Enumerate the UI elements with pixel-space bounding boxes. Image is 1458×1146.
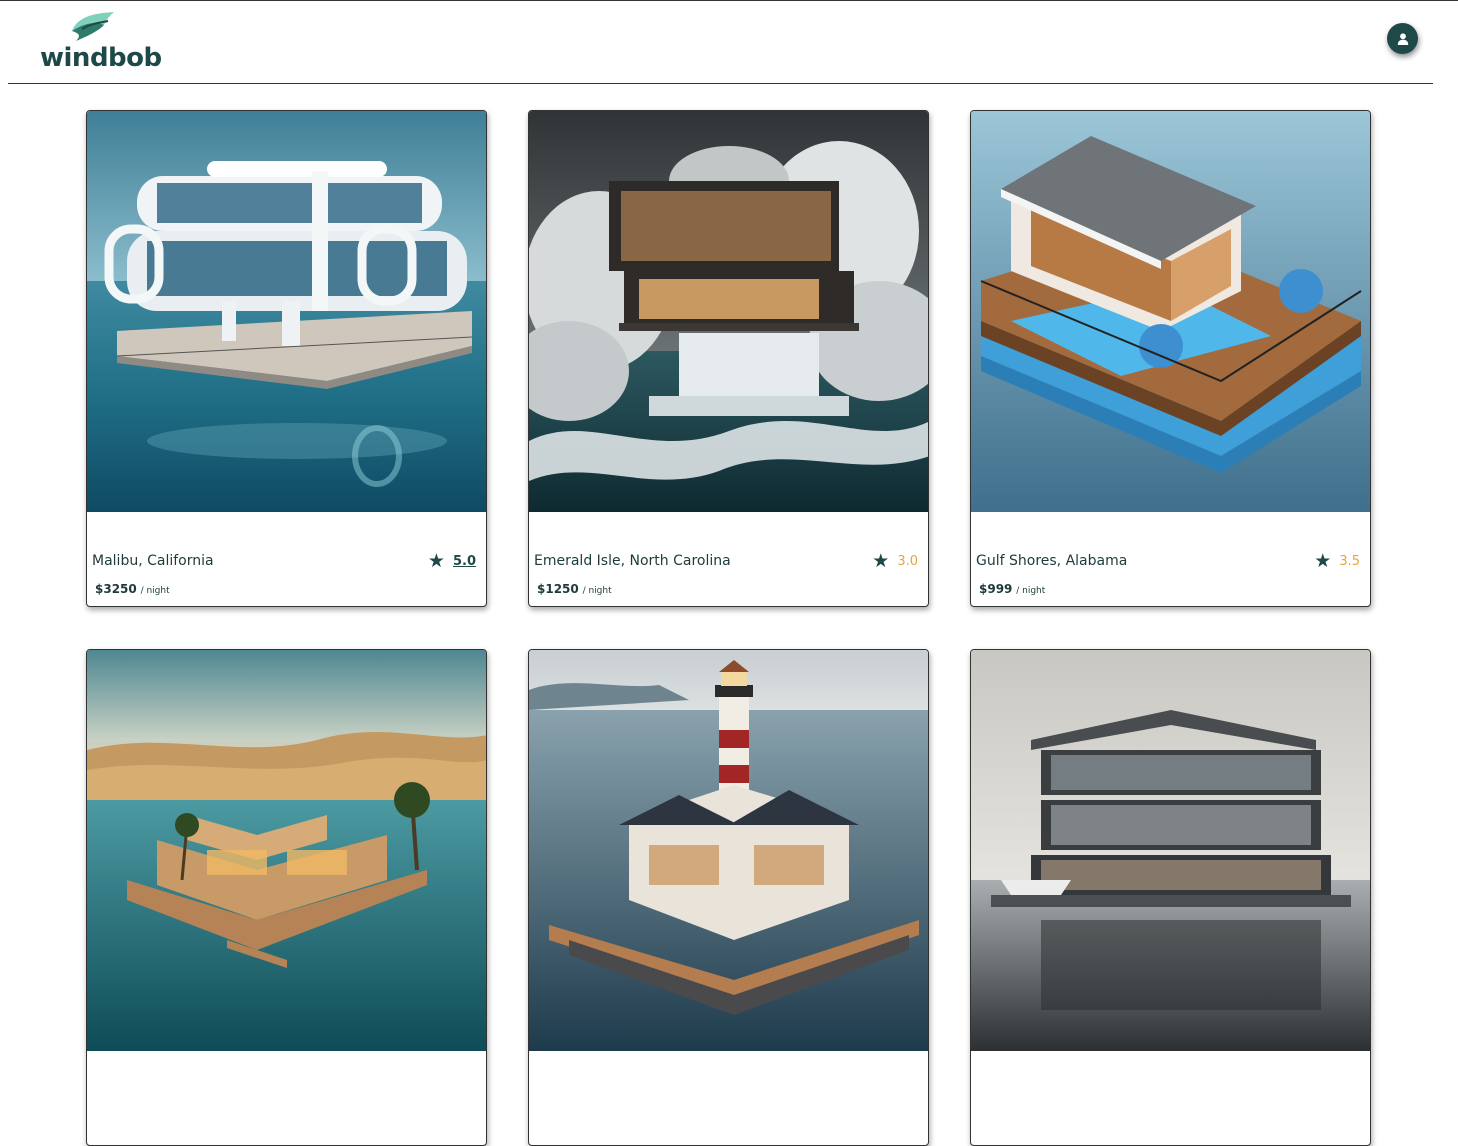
listing-card[interactable]: Gulf Shores, Alabama ★ 3.5 $999 / night xyxy=(970,110,1371,607)
price-unit: / night xyxy=(1016,586,1046,596)
listing-price-line: $3250 / night xyxy=(95,582,170,596)
listing-price: $3250 xyxy=(95,582,137,596)
rating-value: 3.5 xyxy=(1339,554,1360,569)
listing-card[interactable]: Emerald Isle, North Carolina ★ 3.0 $1250… xyxy=(528,110,929,607)
listing-price-line: $1250 / night xyxy=(537,582,612,596)
listing-rating: ★ 3.0 xyxy=(872,552,918,571)
brand-name: windbob xyxy=(40,43,162,73)
star-icon: ★ xyxy=(872,550,890,572)
listing-location: Gulf Shores, Alabama xyxy=(976,553,1128,569)
listing-card[interactable] xyxy=(86,649,487,1146)
profile-button[interactable] xyxy=(1387,23,1418,54)
listing-card[interactable] xyxy=(970,649,1371,1146)
listing-image[interactable] xyxy=(87,111,486,512)
listing-info: Gulf Shores, Alabama ★ 3.5 $999 / night xyxy=(971,512,1370,606)
listing-info: Emerald Isle, North Carolina ★ 3.0 $1250… xyxy=(529,512,928,606)
listing-price: $999 xyxy=(979,582,1013,596)
top-header: windbob xyxy=(8,1,1433,84)
listing-info: Malibu, California ★ 5.0 $3250 / night xyxy=(87,512,486,606)
listing-price-line: $999 / night xyxy=(979,582,1045,596)
price-unit: / night xyxy=(140,586,170,596)
listing-price: $1250 xyxy=(537,582,579,596)
listing-image[interactable] xyxy=(87,650,486,1051)
listing-card[interactable]: Malibu, California ★ 5.0 $3250 / night xyxy=(86,110,487,607)
listing-image[interactable] xyxy=(529,111,928,512)
price-unit: / night xyxy=(582,586,612,596)
rating-value: 5.0 xyxy=(452,554,476,569)
wave-logo-icon xyxy=(72,12,114,41)
listing-image[interactable] xyxy=(529,650,928,1051)
star-icon: ★ xyxy=(1314,550,1332,572)
listing-card[interactable] xyxy=(528,649,929,1146)
listing-rating: ★ 3.5 xyxy=(1314,552,1360,571)
user-icon xyxy=(1397,32,1408,45)
star-icon: ★ xyxy=(427,550,445,572)
rating-value: 3.0 xyxy=(897,554,918,569)
listing-image[interactable] xyxy=(971,650,1370,1051)
listing-image[interactable] xyxy=(971,111,1370,512)
listing-rating: ★ 5.0 xyxy=(428,552,476,571)
listing-location: Malibu, California xyxy=(92,553,214,569)
windbob-logo[interactable]: windbob xyxy=(40,9,162,73)
listing-location: Emerald Isle, North Carolina xyxy=(534,553,731,569)
